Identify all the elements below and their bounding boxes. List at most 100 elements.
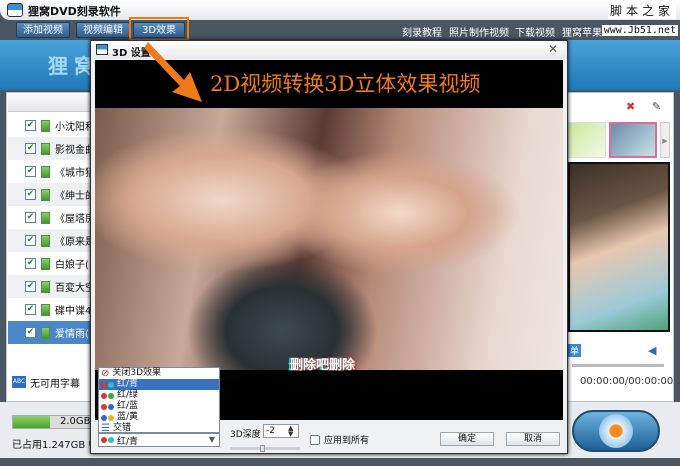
depth-input[interactable]: -2 — [263, 424, 299, 438]
glasses-icon — [101, 403, 114, 410]
watermark: 脚本之家 — [607, 2, 676, 19]
item-checkbox[interactable]: ✔ — [25, 120, 36, 131]
no-entry-icon: ⊘ — [101, 368, 110, 379]
subtitle-selector[interactable]: ABC 无可用字幕 — [8, 372, 98, 392]
list-item[interactable]: ✔ 《原来是 — [8, 229, 98, 252]
seek-bar[interactable] — [572, 364, 664, 367]
list-item[interactable]: ✔ 《绅士的 — [8, 183, 98, 206]
dialog-icon — [96, 44, 108, 55]
disk-capacity[interactable]: 2.0GB — [60, 416, 91, 427]
mode-option-label: 红/绿 — [117, 390, 139, 400]
menu-thumbnail[interactable] — [568, 122, 606, 158]
item-title: 《屋塔房 — [55, 214, 95, 225]
mode-option-label: 红/蓝 — [117, 401, 139, 411]
mode-option[interactable]: ⊘ 关闭3D效果 — [99, 368, 219, 379]
list-item[interactable]: ✔ 影视金曲 — [8, 137, 98, 160]
video-file-icon — [41, 188, 50, 201]
link-photo-video[interactable]: 照片制作视频 — [449, 24, 509, 39]
pointer-arrow — [144, 42, 202, 102]
item-checkbox[interactable]: ✔ — [25, 327, 36, 338]
subtitle-label: 无可用字幕 — [30, 378, 80, 390]
edit-video-button[interactable]: 视频编辑 — [76, 22, 130, 38]
mode-select[interactable]: 红/青 ▼ — [98, 433, 220, 447]
list-item[interactable]: ✔ 爱情雨( — [8, 321, 98, 344]
video-overlay-title: 2D视频转换3D立体效果视频 — [210, 72, 481, 96]
video-file-icon — [41, 257, 50, 270]
item-title: 《城市猎 — [55, 168, 95, 179]
anaglyph-frame — [95, 108, 563, 370]
item-checkbox[interactable]: ✔ — [25, 143, 36, 154]
selected-mode: 红/青 — [117, 436, 139, 447]
item-checkbox[interactable]: ✔ — [25, 304, 36, 315]
watermark-url: www.Jb51.net — [601, 25, 678, 36]
video-file-icon — [41, 211, 50, 224]
volume-icon[interactable]: ◀ — [648, 344, 656, 357]
link-burn-tutorial[interactable]: 刻录教程 — [402, 24, 442, 39]
link-download-video[interactable]: 下载视频 — [515, 24, 555, 39]
disk-used-text: 已占用1.247GB 中 — [12, 440, 99, 451]
depth-slider[interactable] — [230, 447, 300, 450]
apply-all-label: 应用到所有 — [324, 436, 370, 446]
item-title: 白娘子( — [55, 260, 89, 271]
time-display: 00:00:00/00:00:00 — [580, 376, 674, 387]
menu-thumbnail-selected[interactable] — [609, 122, 657, 158]
mode-option[interactable]: 红/绿 — [99, 390, 219, 401]
list-item[interactable]: ✔ 碟中谍4 — [8, 298, 98, 321]
mode-option[interactable]: 蓝/黄 — [99, 412, 219, 423]
item-title: 《绅士的 — [55, 191, 95, 202]
item-checkbox[interactable]: ✔ — [25, 235, 36, 246]
glasses-icon — [101, 392, 114, 399]
ok-button[interactable]: 确定 — [440, 432, 494, 446]
video-file-icon — [41, 119, 50, 132]
mode-option-label: 红/青 — [117, 379, 139, 389]
item-checkbox[interactable]: ✔ — [25, 258, 36, 269]
edit-icon[interactable]: ✎ — [652, 100, 661, 113]
list-item[interactable]: ✔ 白娘子( — [8, 252, 98, 275]
item-checkbox[interactable]: ✔ — [25, 166, 36, 177]
thumb-scroll-right-icon[interactable]: ▶ — [660, 122, 670, 158]
item-title: 百変大空 — [55, 283, 95, 294]
cancel-button[interactable]: 取消 — [506, 432, 560, 446]
playlist-tab[interactable]: 单 — [568, 344, 582, 357]
chevron-down-icon[interactable]: ▼ — [209, 435, 215, 444]
mode-option-label: 关闭3D效果 — [112, 368, 162, 378]
depth-label: 3D深度 — [230, 430, 261, 440]
link-apple[interactable]: 狸窝苹果 — [562, 24, 602, 39]
item-checkbox[interactable]: ✔ — [25, 189, 36, 200]
list-item[interactable]: ✔ 百変大空 — [8, 275, 98, 298]
add-video-button[interactable]: 添加视频 — [16, 22, 70, 38]
app-title: 狸窝DVD刻录软件 — [28, 5, 121, 18]
item-title: 碟中谍4 — [55, 306, 92, 317]
item-title: 影视金曲 — [55, 145, 95, 156]
list-item[interactable]: ✔ 《城市猎 — [8, 160, 98, 183]
item-checkbox[interactable]: ✔ — [25, 212, 36, 223]
depth-slider-thumb[interactable] — [260, 445, 265, 452]
apply-all-checkbox[interactable]: 应用到所有 — [310, 433, 369, 446]
mode-option[interactable]: 红/蓝 — [99, 401, 219, 412]
mode-option[interactable]: 红/青 — [99, 379, 219, 390]
burn-disc-icon — [599, 414, 633, 448]
item-checkbox[interactable]: ✔ — [25, 281, 36, 292]
subtitle-icon: ABC — [12, 376, 26, 388]
video-file-icon — [41, 280, 50, 293]
preview-image — [568, 162, 670, 332]
checkbox-box — [310, 434, 320, 445]
app-logo-icon — [7, 3, 23, 17]
list-item[interactable]: ✔ 小沈阳和 — [8, 114, 98, 137]
list-item[interactable]: ✔ 《屋塔房 — [8, 206, 98, 229]
mode-dropdown-list: ⊘ 关闭3D效果 红/青 红/绿 红/蓝 蓝/黄 ☰ 交错 — [98, 367, 220, 434]
close-icon[interactable]: ✕ — [548, 42, 558, 56]
item-title: 小沈阳和 — [55, 122, 95, 133]
video-caption: 删除吧删除 — [290, 358, 356, 373]
mode-option-label: 蓝/黄 — [117, 412, 139, 422]
delete-icon[interactable]: ✖ — [626, 100, 635, 113]
list-header — [8, 94, 98, 112]
depth-spinner[interactable]: ▲ ▼ — [288, 425, 293, 438]
item-title: 爱情雨( — [55, 329, 89, 340]
video-file-icon — [41, 165, 50, 178]
video-file-icon — [41, 303, 50, 316]
video-file-icon — [41, 234, 50, 247]
red-cyan-glasses-icon — [101, 437, 114, 443]
video-file-icon — [41, 142, 50, 155]
item-title: 《原来是 — [55, 237, 95, 248]
